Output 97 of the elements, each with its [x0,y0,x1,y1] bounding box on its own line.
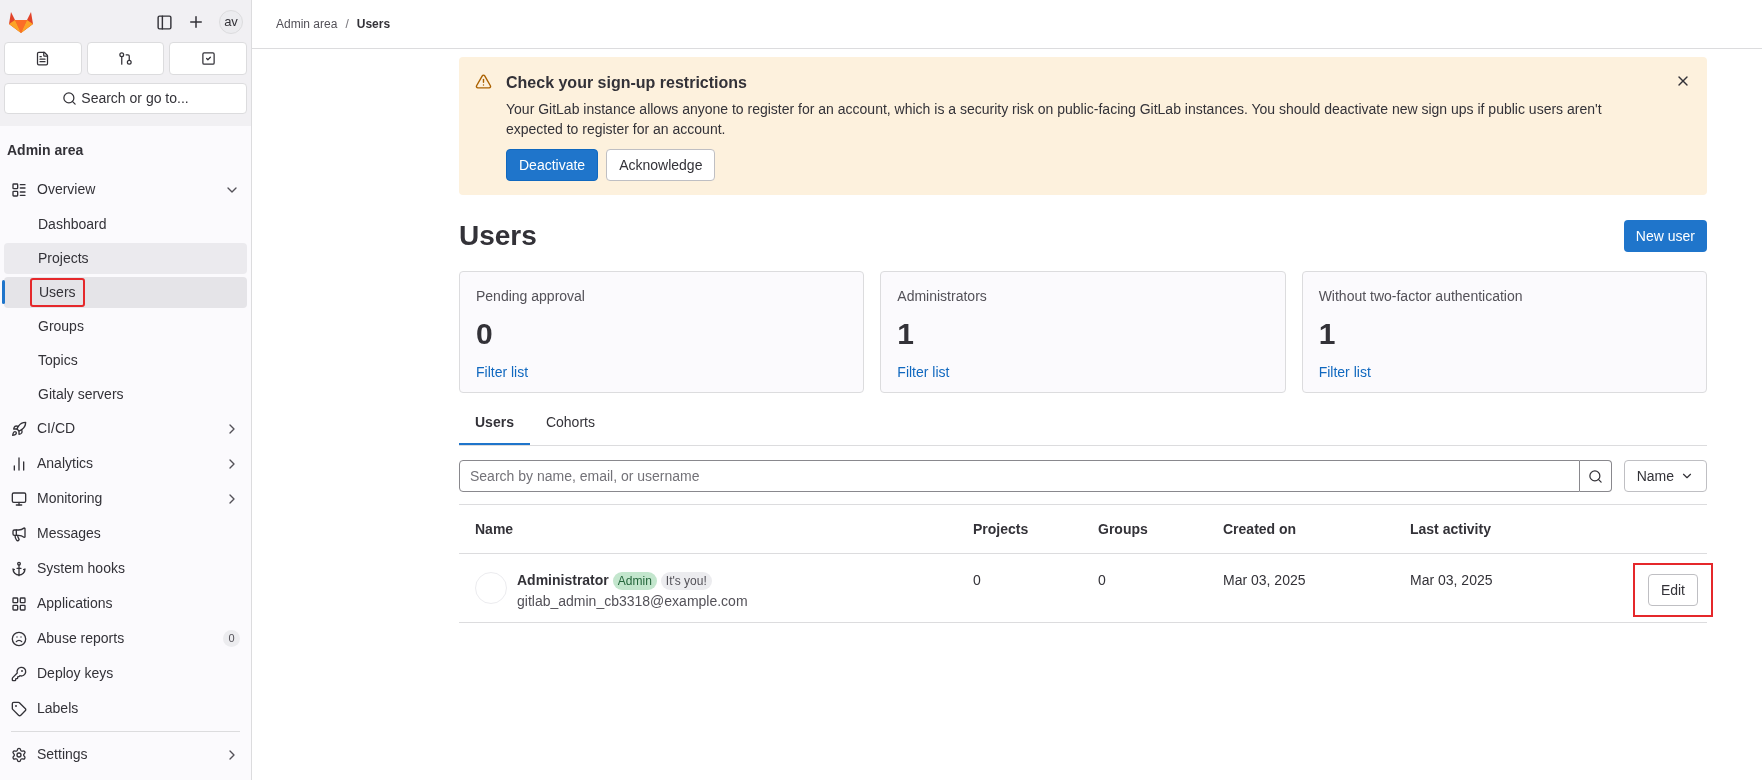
search-field[interactable]: Search by name, email, or username [459,460,1580,492]
nav-label: Monitoring [37,489,104,508]
nav-label: Labels [37,699,80,718]
nav-label: Gitaly servers [38,384,124,404]
stat-label: Without two-factor authentication [1318,287,1524,306]
table-cell-text: Mar 03, 2025 [1223,571,1307,590]
search-submit-button[interactable] [1579,460,1612,492]
rocket-icon [11,420,27,437]
anchor-icon [11,560,27,577]
table-cell-text: 0 [1098,571,1107,590]
nav-item[interactable]: Abuse reports 0 [4,622,247,655]
search-icon [1587,468,1603,484]
stat-label: Administrators [897,287,988,306]
breadcrumb-link[interactable]: Users [356,15,391,33]
nav-item[interactable]: Labels [4,692,247,725]
megaphone-icon [11,525,27,542]
nav-label: Abuse reports [37,629,126,648]
count-badge: 0 [223,630,240,647]
stat-label: Pending approval [476,287,586,306]
overview-icon [11,181,27,198]
nav-subitem[interactable]: Groups [4,310,247,342]
nav-subitem[interactable]: Dashboard [4,208,247,240]
edit-button[interactable]: Edit [1647,574,1698,606]
sort-dropdown[interactable]: Name [1623,460,1707,492]
nav-item[interactable]: Overview [4,173,247,206]
nav-item[interactable]: CI/CD [4,412,247,445]
nav-label: Groups [38,316,84,336]
filter-link[interactable]: Filter list [476,362,848,383]
table-cell-text: 0 [973,571,982,590]
column-header: Projects [973,519,1030,539]
user-badge: Admin [612,571,657,590]
new-user-button[interactable]: New user [1623,220,1707,252]
alert-title: Check your sign-up restrictions [506,73,748,93]
alert-button[interactable]: Deactivate [506,149,599,181]
nav-item[interactable]: Monitoring [4,482,247,515]
page-title: Users [459,219,537,253]
nav-label: Analytics [37,454,95,473]
merge-request-icon [118,51,133,66]
tab[interactable]: Cohorts [529,401,611,445]
document-icon [35,51,51,66]
breadcrumb-separator: / [345,16,349,33]
nav-label: Deploy keys [37,664,115,683]
plus-icon[interactable] [187,13,205,31]
monitor-icon [11,490,27,507]
shortcut-button[interactable] [169,42,247,75]
frown-icon [11,630,27,647]
nav-label: Settings [37,745,89,764]
nav-label: CI/CD [37,419,77,438]
search-button[interactable]: Search or go to... [4,83,247,114]
breadcrumb-link[interactable]: Admin area [276,15,338,33]
nav-label: Dashboard [38,214,107,234]
tab[interactable]: Users [459,401,530,445]
nav-item[interactable]: Messages [4,517,247,550]
column-header: Last activity [1410,519,1492,539]
nav-label: Users [30,277,85,307]
nav-subitem[interactable]: Projects [4,242,247,274]
table-cell-text: Mar 03, 2025 [1410,571,1493,590]
user-email: gitlab_admin_cb3318@example.com [517,592,748,611]
settings-icon [11,746,27,763]
fox-logo-icon[interactable] [8,10,34,34]
user-badge: It's you! [660,571,712,590]
alert-button[interactable]: Acknowledge [606,149,716,181]
nav-item[interactable]: Analytics [4,447,247,480]
search-icon [62,91,78,106]
section-title: Admin area [6,141,85,160]
stat-value: 1 [897,316,915,352]
column-header: Groups [1098,519,1149,539]
nav-item[interactable]: Deploy keys [4,657,247,690]
nav-label: Applications [37,594,114,613]
bar-chart-icon [11,455,27,472]
grid-icon [11,595,27,612]
nav-subitem[interactable]: Users [4,276,247,308]
nav-label: Messages [37,524,102,543]
nav-subitem[interactable]: Topics [4,344,247,376]
alert-message: Your GitLab instance allows anyone to register for an account, which is a security risk on public-facing GitLab instances. You should deactivate new sign ups if public users aren't expected to register for an account. [506,100,1603,139]
checkbox-icon [200,51,216,66]
nav-label: Overview [37,180,97,199]
avatar[interactable]: av [219,10,243,34]
column-header: Created on [1223,519,1298,539]
filter-link[interactable]: Filter list [897,362,1269,383]
nav-item[interactable]: Settings [4,738,247,771]
warning-icon [475,73,492,90]
sidebar-toggle-icon[interactable] [156,13,173,31]
filter-link[interactable]: Filter list [1318,362,1690,383]
key-icon [11,665,27,682]
tag-icon [11,700,27,717]
nav-label: Projects [38,248,89,268]
nav-subitem[interactable]: Gitaly servers [4,378,247,410]
nav-label: System hooks [37,559,126,578]
nav-label: Topics [38,350,78,370]
nav-item[interactable]: System hooks [4,552,247,585]
stat-value: 0 [476,316,494,352]
shortcut-button[interactable] [4,42,82,75]
nav-item[interactable]: Applications [4,587,247,620]
stat-value: 1 [1318,316,1337,352]
column-header: Name [474,519,515,539]
user-name[interactable]: Administrator [517,570,609,591]
